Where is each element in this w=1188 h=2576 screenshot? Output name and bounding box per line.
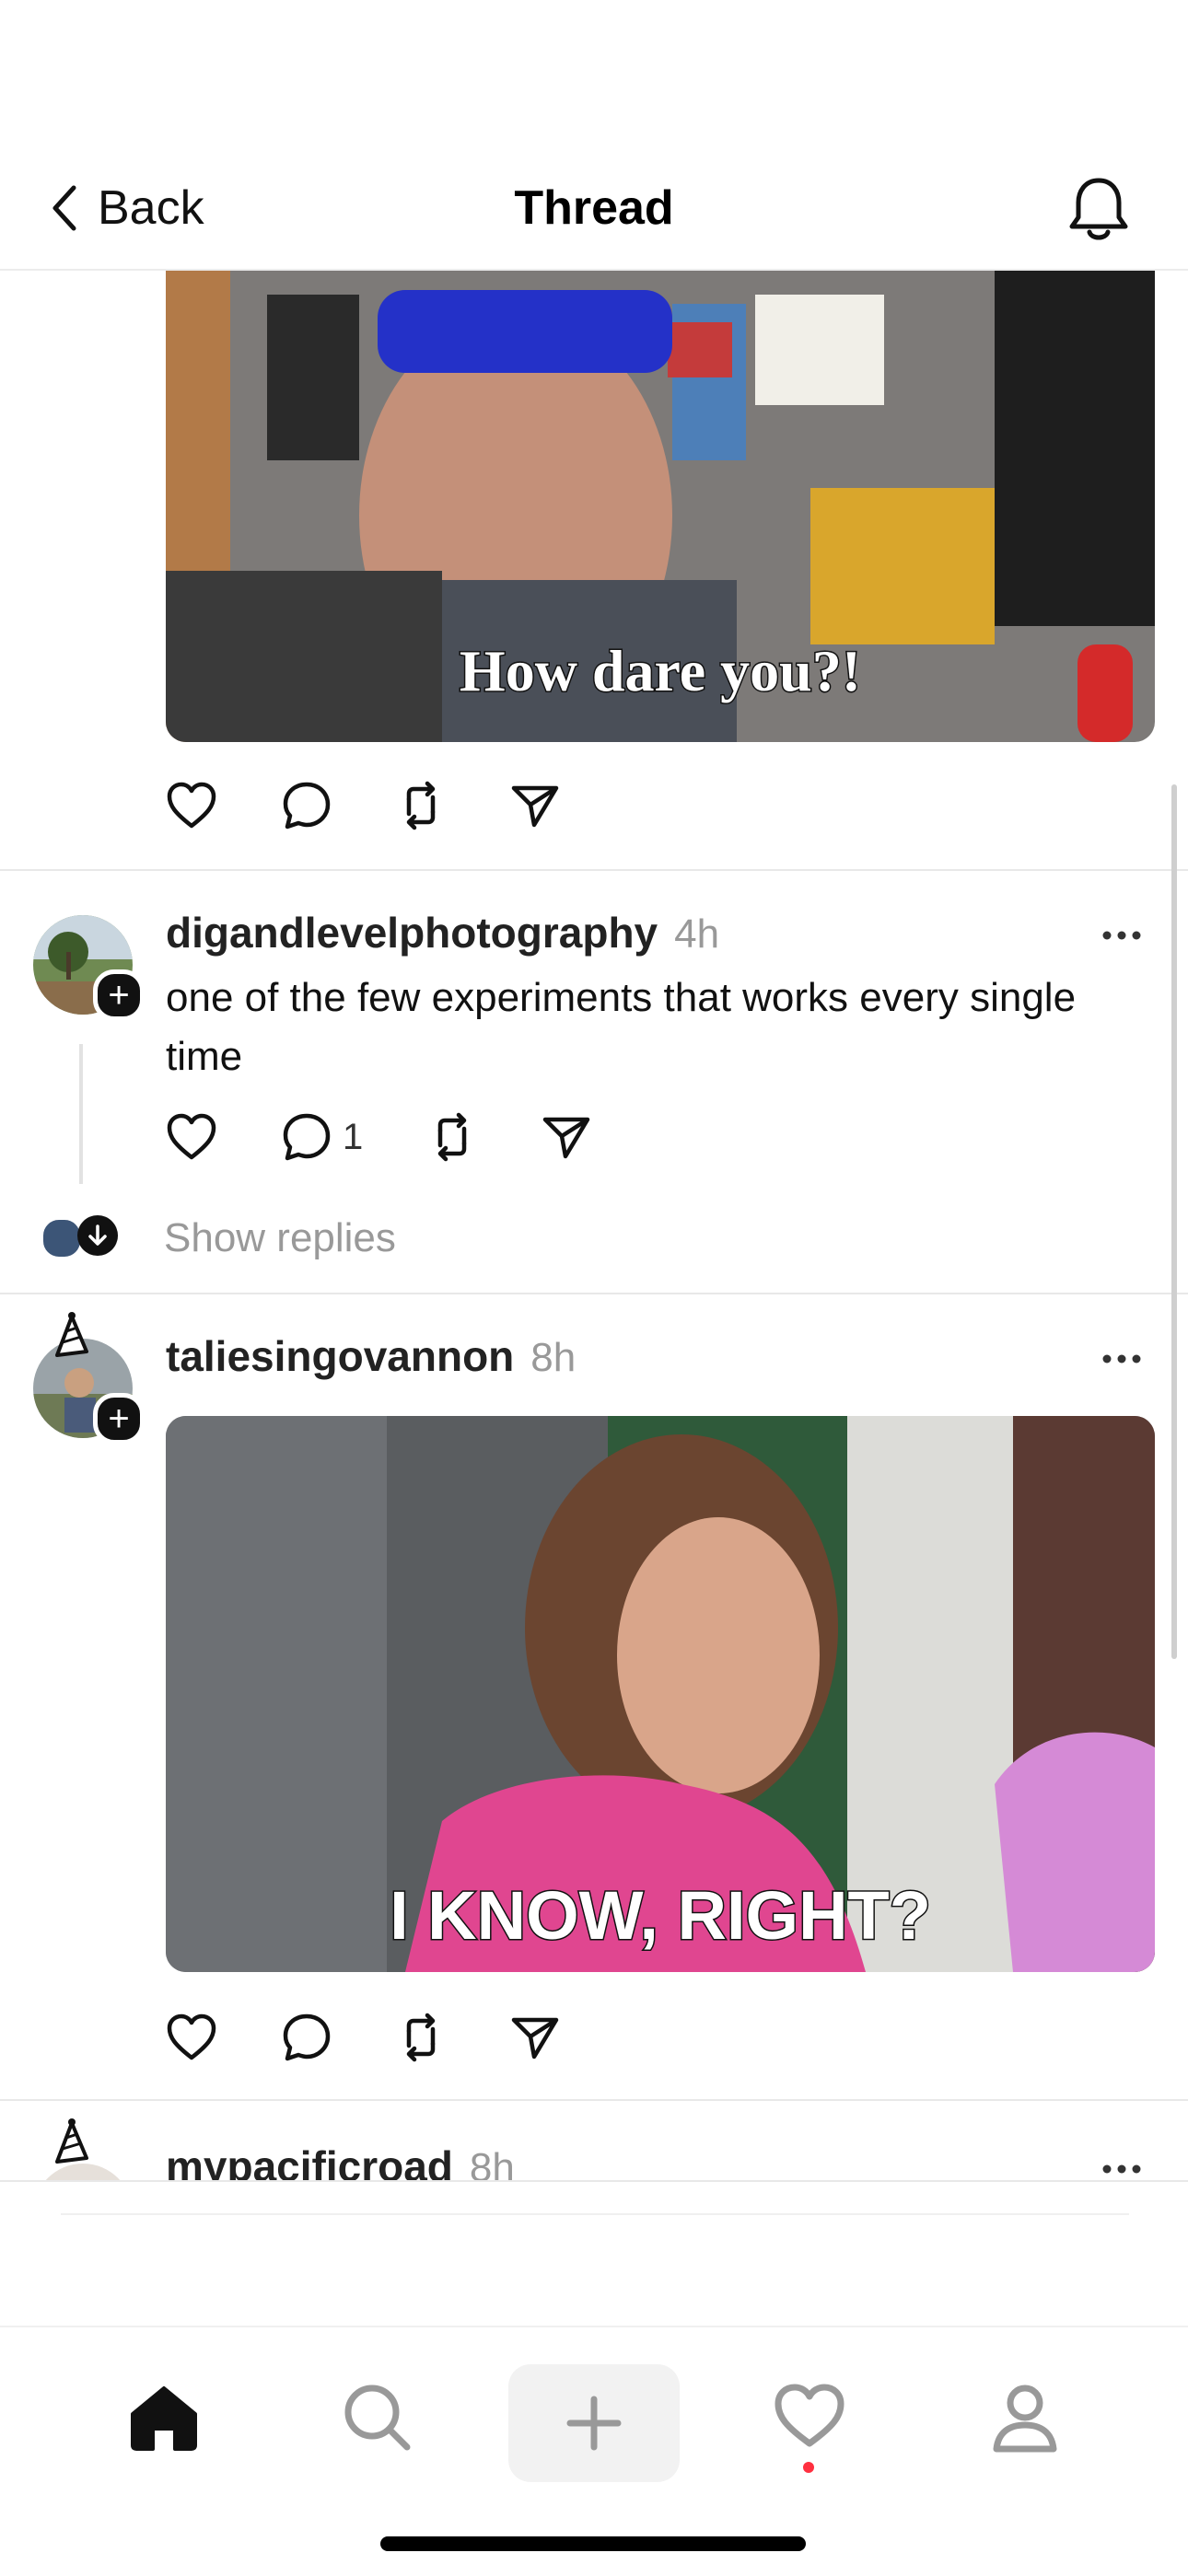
post-image[interactable]: I KNOW, RIGHT? — [166, 1416, 1155, 1972]
ellipsis-icon — [1102, 2164, 1141, 2174]
username[interactable]: digandlevelphotography — [166, 909, 658, 957]
search-icon — [344, 2385, 411, 2451]
notifications-button[interactable] — [1066, 175, 1131, 248]
comment-button[interactable] — [282, 781, 332, 830]
divider — [0, 2099, 1188, 2101]
nav-compose[interactable] — [508, 2364, 680, 2482]
scrollbar[interactable] — [1171, 784, 1177, 1659]
thread-line — [79, 1044, 83, 1184]
repost-icon — [406, 2013, 436, 2062]
image-caption: How dare you?! — [458, 637, 862, 705]
reply-avatar — [41, 1217, 83, 1259]
comment-button[interactable] — [282, 2013, 332, 2062]
heart-icon — [167, 1113, 216, 1160]
reply-count: 1 — [343, 1116, 364, 1157]
activity-dot — [803, 2462, 814, 2473]
post-peek: mypacificroad 8h — [0, 2118, 1188, 2180]
send-icon — [543, 1117, 590, 1159]
repost-button[interactable] — [427, 1112, 477, 1162]
like-button[interactable] — [166, 1113, 217, 1161]
follow-button[interactable]: + — [93, 1393, 145, 1445]
post-text: one of the few experiments that works ev… — [166, 975, 1077, 1079]
party-hat-icon — [55, 1312, 88, 1357]
page-title: Thread — [514, 181, 674, 235]
heart-icon — [167, 2013, 216, 2060]
repost-button[interactable] — [396, 2013, 446, 2062]
comment-icon — [283, 1113, 331, 1161]
top-bar: Back Thread — [0, 0, 1188, 271]
nav-profile[interactable] — [991, 2383, 1059, 2457]
heart-icon — [167, 782, 216, 829]
more-options-button[interactable] — [1101, 917, 1142, 958]
post-header: digandlevelphotography 4h — [166, 908, 719, 957]
divider — [0, 1293, 1188, 1294]
post-actions — [166, 781, 624, 830]
ellipsis-icon — [1102, 931, 1141, 940]
divider — [61, 2213, 1129, 2215]
timestamp: 8h — [469, 2145, 515, 2180]
plus-icon: + — [108, 1398, 130, 1439]
image-caption: I KNOW, RIGHT? — [389, 1876, 933, 1955]
nav-home[interactable] — [127, 2383, 201, 2457]
nav-activity[interactable] — [774, 2383, 845, 2473]
post-header: mypacificroad 8h — [166, 2141, 515, 2180]
party-hat-icon — [55, 2118, 88, 2164]
comment-icon — [283, 2013, 331, 2061]
username[interactable]: taliesingovannon — [166, 1332, 514, 1380]
post-header: taliesingovannon 8h — [166, 1331, 576, 1381]
more-options-button[interactable] — [1101, 1340, 1142, 1382]
post-image[interactable]: How dare you?! — [166, 239, 1155, 742]
repost-icon — [406, 781, 436, 830]
plus-icon: + — [108, 975, 130, 1015]
post-actions: 1 — [166, 1112, 656, 1162]
profile-icon — [993, 2385, 1057, 2453]
post-actions — [166, 2013, 624, 2062]
repost-icon — [438, 1112, 467, 1162]
comment-button[interactable]: 1 — [282, 1112, 363, 1162]
share-button[interactable] — [542, 1114, 591, 1160]
comment-icon — [283, 782, 331, 830]
more-options-button[interactable] — [1101, 2151, 1142, 2180]
repost-button[interactable] — [396, 781, 446, 830]
share-button[interactable] — [510, 783, 560, 829]
plus-icon — [566, 2396, 622, 2451]
send-icon — [511, 785, 559, 828]
home-icon — [131, 2386, 197, 2451]
home-indicator[interactable] — [380, 2536, 806, 2551]
username[interactable]: mypacificroad — [166, 2142, 453, 2180]
divider — [0, 2180, 1188, 2182]
timestamp: 8h — [530, 1335, 577, 1380]
ellipsis-icon — [1102, 1354, 1141, 1363]
nav-search[interactable] — [343, 2383, 413, 2457]
arrow-down-icon — [88, 1224, 107, 1246]
heart-icon — [775, 2384, 844, 2447]
follow-button[interactable]: + — [93, 969, 145, 1021]
show-replies-link[interactable]: Show replies — [164, 1215, 396, 1261]
avatar[interactable] — [33, 2164, 133, 2180]
share-button[interactable] — [510, 2014, 560, 2060]
timestamp: 4h — [674, 911, 720, 957]
divider — [0, 869, 1188, 871]
like-button[interactable] — [166, 782, 217, 830]
send-icon — [511, 2017, 559, 2060]
bell-icon — [1069, 178, 1128, 240]
like-button[interactable] — [166, 2013, 217, 2061]
expand-replies-button[interactable] — [77, 1215, 118, 1256]
